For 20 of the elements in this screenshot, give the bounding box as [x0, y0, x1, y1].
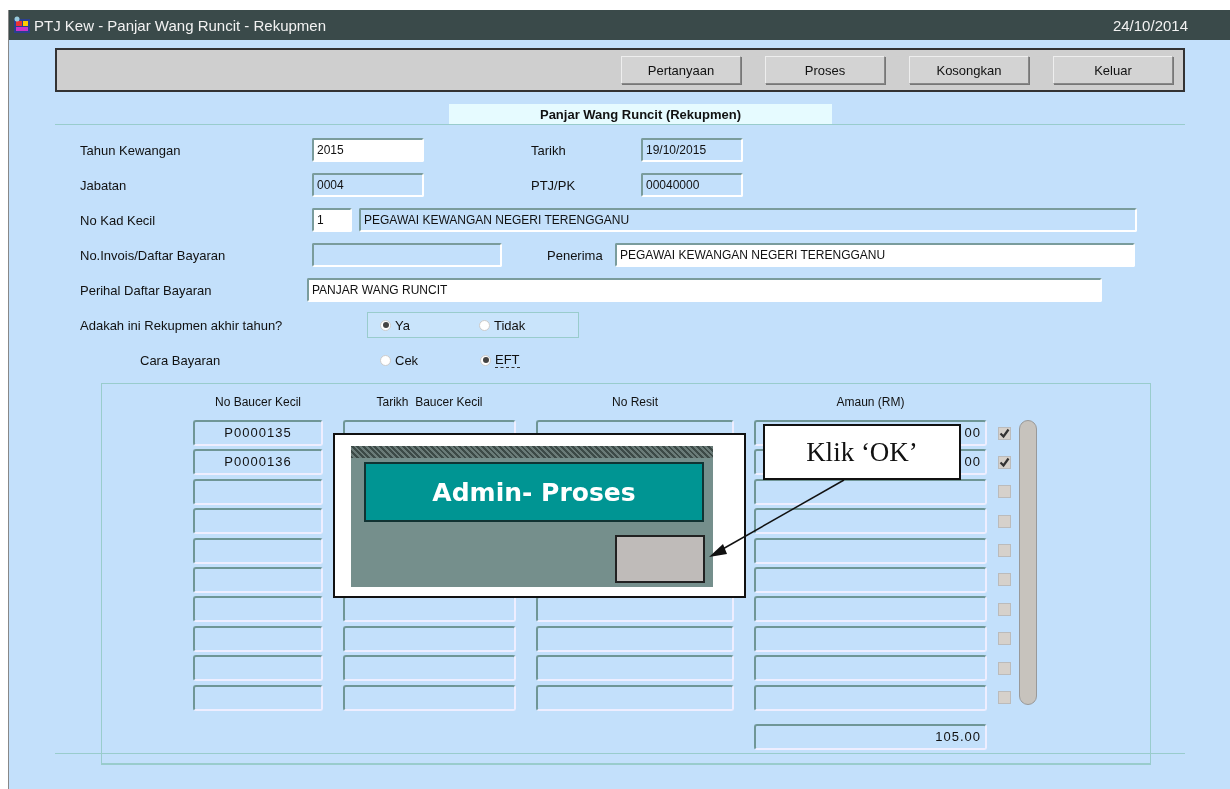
date-label: 24/10/2014 — [1112, 16, 1188, 34]
field-label: Adakah ini Rekupmen akhir tahun? — [80, 317, 284, 333]
column-header: Tarikh Baucer Kecil — [375, 395, 484, 409]
field-label: Cara Bayaran — [140, 352, 222, 368]
form-heading: Panjar Wang Runcit (Rekupmen) — [449, 104, 832, 124]
column-header: No Resit — [611, 395, 659, 409]
field-label: Tarikh — [531, 142, 567, 158]
window-title: PTJ Kew - Panjar Wang Runcit - Rekupmen — [34, 16, 328, 34]
field-label: PTJ/PK — [531, 177, 577, 193]
column-header: No Baucer Kecil — [213, 395, 302, 409]
field-label: Penerima — [547, 247, 604, 263]
field-label: Tahun Kewangan — [80, 142, 182, 158]
field-label: Perihal Daftar Bayaran — [80, 282, 213, 298]
dialog-banner: Admin- Proses — [364, 462, 704, 522]
column-header: Amaun (RM) — [835, 395, 906, 409]
field-label: Jabatan — [80, 177, 128, 193]
field-label: No.Invois/Daftar Bayaran — [80, 247, 227, 263]
field-label: No Kad Kecil — [80, 212, 157, 228]
total-field: 105.00 — [754, 723, 987, 750]
instruction-tooltip: Klik ‘OK’ — [763, 424, 961, 480]
